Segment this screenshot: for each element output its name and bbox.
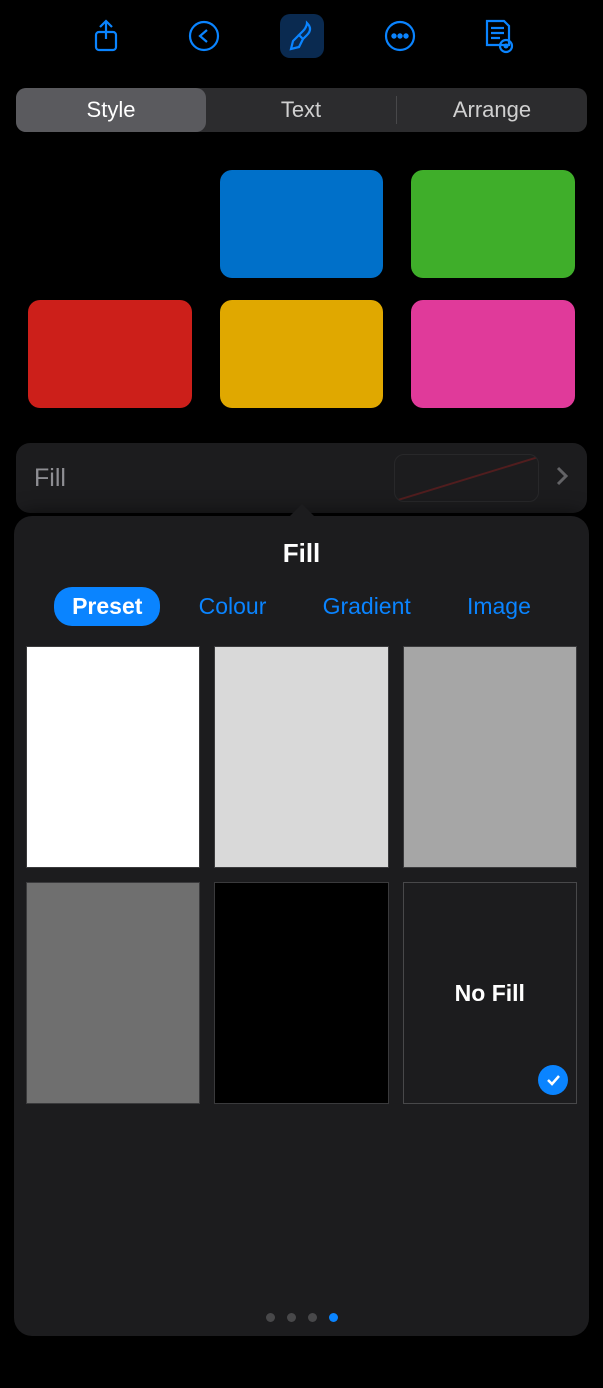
inspector-tabs: Style Text Arrange: [16, 88, 587, 132]
page-indicator[interactable]: [14, 1291, 589, 1336]
page-dot: [308, 1313, 317, 1322]
tab-label: Arrange: [453, 97, 531, 123]
selected-checkmark-icon: [538, 1065, 568, 1095]
preset-swatch[interactable]: [214, 882, 388, 1104]
fill-row[interactable]: Fill: [16, 443, 587, 513]
format-brush-icon: [285, 19, 319, 53]
preset-swatch[interactable]: [403, 646, 577, 868]
nofill-label: No Fill: [455, 980, 525, 1007]
style-swatch[interactable]: [220, 170, 384, 278]
preset-grid: No Fill: [14, 646, 589, 1291]
fill-type-tabs: Preset Colour Gradient Image: [14, 587, 589, 646]
more-button[interactable]: [378, 14, 422, 58]
fill-preview: [394, 454, 539, 502]
share-icon: [91, 19, 121, 53]
fill-tab-image[interactable]: Image: [449, 587, 549, 626]
style-swatch[interactable]: [411, 170, 575, 278]
fill-tab-label: Colour: [199, 593, 267, 619]
tab-label: Style: [87, 97, 136, 123]
more-icon: [383, 19, 417, 53]
style-swatch[interactable]: [28, 170, 192, 278]
page-dot-active: [329, 1313, 338, 1322]
tab-text[interactable]: Text: [206, 88, 396, 132]
format-inspector: Style Text Arrange Fill: [0, 72, 603, 529]
style-swatches-grid: [16, 170, 587, 408]
share-button[interactable]: [84, 14, 128, 58]
preset-swatch-nofill[interactable]: No Fill: [403, 882, 577, 1104]
fill-tab-label: Image: [467, 593, 531, 619]
preset-swatch[interactable]: [26, 882, 200, 1104]
page-dot: [266, 1313, 275, 1322]
fill-label: Fill: [34, 464, 66, 493]
format-button[interactable]: [280, 14, 324, 58]
style-swatch[interactable]: [28, 300, 192, 408]
undo-button[interactable]: [182, 14, 226, 58]
style-swatch[interactable]: [411, 300, 575, 408]
style-swatch[interactable]: [220, 300, 384, 408]
tab-arrange[interactable]: Arrange: [397, 88, 587, 132]
presenter-notes-icon: [482, 18, 514, 54]
chevron-right-icon: [555, 465, 569, 492]
fill-popover: Fill Preset Colour Gradient Image No Fil…: [14, 516, 589, 1336]
fill-tab-gradient[interactable]: Gradient: [305, 587, 429, 626]
fill-tab-label: Gradient: [323, 593, 411, 619]
fill-tab-label: Preset: [72, 593, 142, 619]
page-dot: [287, 1313, 296, 1322]
fill-tab-preset[interactable]: Preset: [54, 587, 160, 626]
tab-style[interactable]: Style: [16, 88, 206, 132]
preset-swatch[interactable]: [214, 646, 388, 868]
undo-icon: [187, 19, 221, 53]
top-toolbar: [0, 0, 603, 72]
presenter-notes-button[interactable]: [476, 14, 520, 58]
preset-swatch[interactable]: [26, 646, 200, 868]
fill-tab-colour[interactable]: Colour: [181, 587, 285, 626]
tab-label: Text: [281, 97, 321, 123]
popover-title: Fill: [14, 516, 589, 587]
